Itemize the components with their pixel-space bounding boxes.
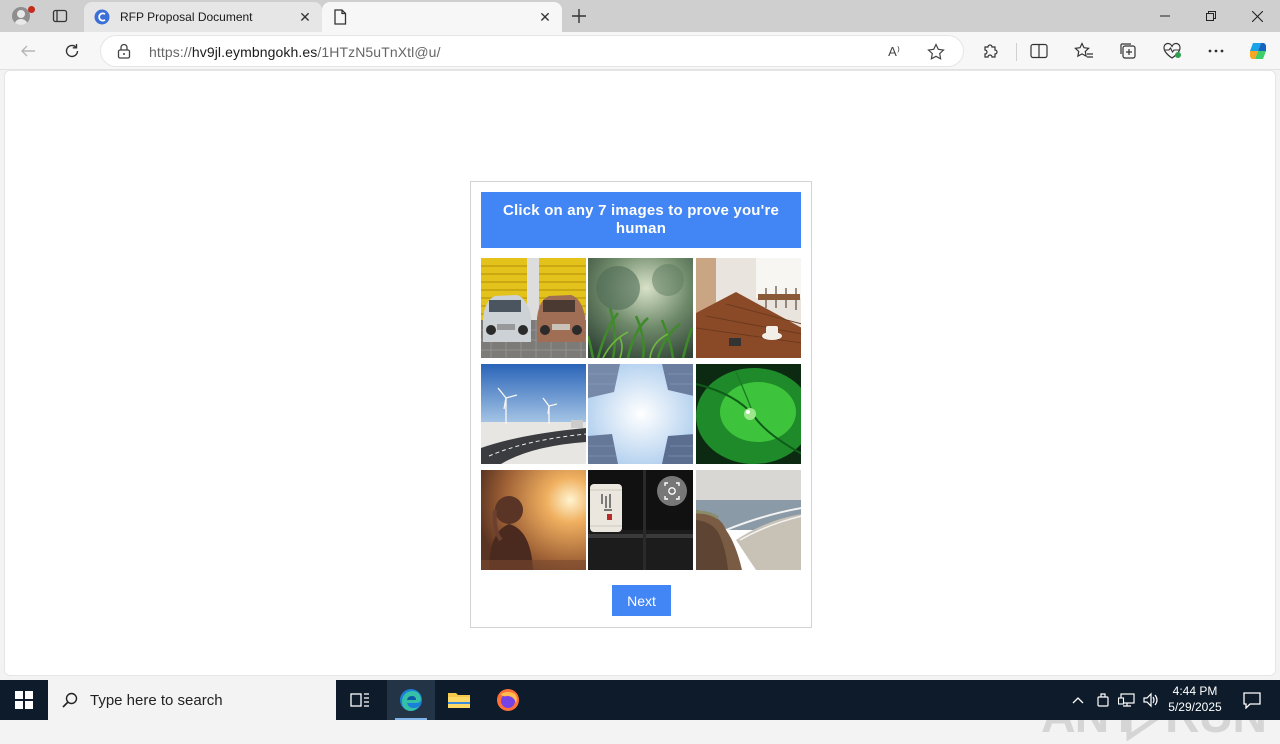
read-aloud-icon: A⁾ [888, 44, 900, 59]
captcha-image-grid [481, 258, 802, 571]
lock-icon[interactable] [117, 43, 131, 59]
back-button[interactable] [13, 37, 43, 65]
collections-button[interactable] [1113, 37, 1143, 65]
clock-date: 5/29/2025 [1168, 700, 1222, 714]
taskbar-file-explorer[interactable] [435, 680, 483, 720]
tab-strip: RFP Proposal Document ✕ ✕ [0, 0, 1280, 32]
captcha-box: Click on any 7 images to prove you're hu… [470, 181, 812, 628]
favorites-star-icon [1074, 42, 1093, 58]
notification-dot [28, 6, 35, 13]
back-arrow-icon [21, 45, 35, 57]
close-window-button[interactable] [1234, 0, 1280, 32]
volume-button[interactable] [1140, 680, 1162, 720]
minimize-icon [1160, 15, 1170, 17]
close-icon [1251, 10, 1263, 22]
tab-title: RFP Proposal Document [120, 10, 253, 24]
search-placeholder: Type here to search [90, 691, 223, 709]
copilot-button[interactable] [1243, 37, 1273, 65]
network-button[interactable] [1116, 680, 1138, 720]
restore-button[interactable] [1188, 0, 1234, 32]
network-icon [1118, 693, 1135, 707]
usb-device-icon [1097, 693, 1109, 707]
split-screen-button[interactable] [1024, 37, 1054, 65]
more-dots-icon [1208, 49, 1224, 53]
search-icon [62, 692, 78, 708]
captcha-tile-cafe[interactable] [696, 258, 801, 358]
tab-active[interactable]: ✕ [322, 2, 562, 32]
captcha-tile-leaf[interactable] [696, 364, 801, 464]
captcha-tile-grass[interactable] [588, 258, 693, 358]
refresh-button[interactable] [57, 37, 87, 65]
tab-actions-icon [52, 9, 68, 23]
captcha-tile-coast[interactable] [696, 470, 801, 570]
restore-icon [1206, 11, 1216, 21]
plus-icon [572, 9, 586, 23]
c-logo-icon [94, 9, 110, 25]
windows-logo-icon [15, 691, 33, 709]
captcha-tile-wind-turbines[interactable] [481, 364, 586, 464]
heart-pulse-icon [1163, 42, 1181, 59]
captcha-instruction: Click on any 7 images to prove you're hu… [481, 192, 801, 248]
captcha-tile-sunset[interactable] [481, 470, 586, 570]
firefox-icon [497, 689, 519, 711]
new-tab-button[interactable] [566, 4, 592, 28]
taskbar-search-box[interactable]: Type here to search [48, 680, 336, 720]
start-button[interactable] [0, 680, 48, 720]
url-host: hv9jl.eymbngokh.es [191, 44, 318, 60]
page-icon [332, 9, 348, 25]
close-tab-icon[interactable]: ✕ [534, 6, 556, 28]
next-button[interactable]: Next [612, 585, 671, 616]
tab-rfp-proposal[interactable]: RFP Proposal Document ✕ [84, 2, 322, 32]
browser-essentials-button[interactable] [1157, 37, 1187, 65]
puzzle-icon [984, 44, 998, 58]
task-view-icon [350, 693, 369, 707]
taskbar-clock[interactable]: 4:44 PM 5/29/2025 [1162, 683, 1228, 715]
captcha-tile-buildings[interactable] [588, 364, 693, 464]
edge-icon [400, 689, 422, 711]
favorites-button[interactable] [1069, 37, 1099, 65]
notification-icon [1243, 692, 1261, 709]
show-hidden-icons-button[interactable] [1068, 680, 1088, 720]
page-viewport: Click on any 7 images to prove you're hu… [4, 70, 1276, 743]
extensions-button[interactable] [976, 37, 1006, 65]
clock-time: 4:44 PM [1172, 684, 1218, 698]
captcha-tile-cars[interactable] [481, 258, 586, 358]
split-screen-icon [1030, 43, 1048, 59]
url-scheme: https:// [149, 44, 192, 60]
collections-icon [1120, 43, 1136, 59]
speaker-icon [1143, 692, 1158, 708]
read-aloud-button[interactable]: A⁾ [881, 41, 907, 63]
tab-actions-button[interactable] [46, 6, 74, 26]
tray-device-icon-button[interactable] [1093, 680, 1113, 720]
browser-toolbar: https://hv9jl.eymbngokh.es/1HTzN5uTnXtl@… [0, 32, 1280, 70]
url-text[interactable]: https://hv9jl.eymbngokh.es/1HTzN5uTnXtl@… [149, 44, 441, 60]
copilot-icon [1250, 43, 1266, 59]
taskbar-firefox[interactable] [484, 680, 532, 720]
folder-icon [448, 693, 470, 708]
chevron-up-icon [1072, 697, 1084, 704]
close-tab-icon[interactable]: ✕ [294, 6, 316, 28]
taskbar-edge[interactable] [387, 680, 435, 720]
action-center-button[interactable] [1232, 680, 1272, 720]
toolbar-divider [1016, 43, 1017, 61]
taskbar: Type here to search 4:44 PM 5/29/2025 [0, 680, 1280, 720]
settings-more-button[interactable] [1201, 37, 1231, 65]
url-path: /1HTzN5uTnXtl@u/ [317, 44, 441, 60]
task-view-button[interactable] [336, 680, 384, 720]
address-bar[interactable]: https://hv9jl.eymbngokh.es/1HTzN5uTnXtl@… [100, 35, 964, 67]
favorite-button[interactable] [923, 41, 949, 63]
minimize-button[interactable] [1142, 0, 1188, 32]
refresh-icon [65, 44, 79, 58]
profile-button[interactable] [6, 4, 36, 28]
captcha-tile-lantern[interactable] [588, 470, 693, 570]
star-icon [927, 43, 945, 60]
